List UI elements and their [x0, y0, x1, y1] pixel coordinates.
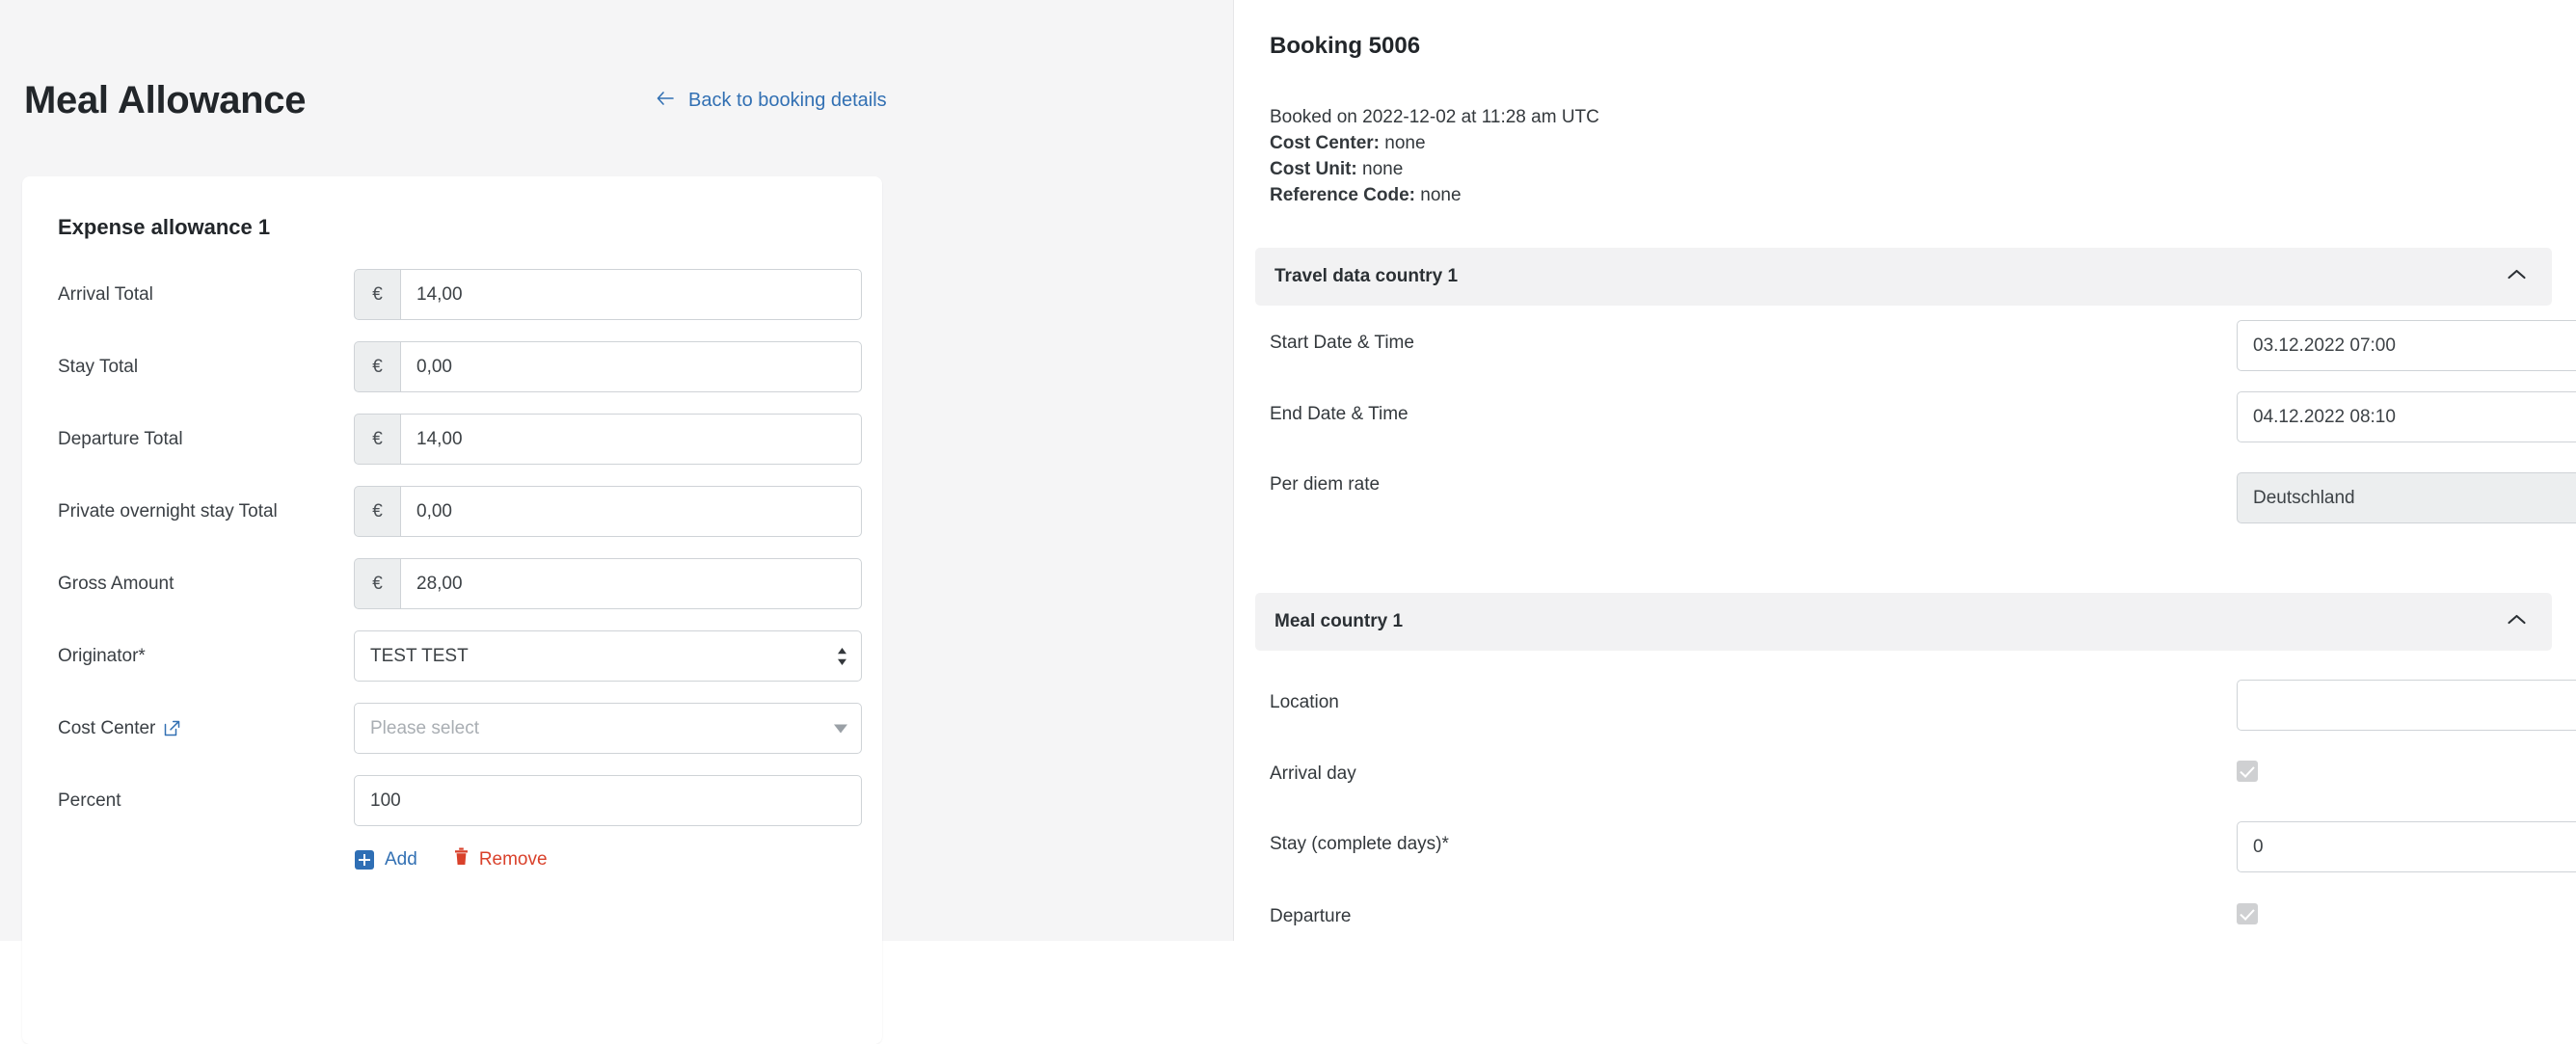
chevron-up-icon — [2507, 613, 2527, 630]
label-departure-total: Departure Total — [58, 428, 183, 449]
location-input[interactable] — [2237, 680, 2576, 731]
field-originator: TEST TEST — [354, 630, 862, 682]
currency-addon: € — [354, 269, 400, 320]
expense-allowance-card: Expense allowance 1 Arrival Total € Stay… — [22, 176, 882, 1044]
remove-label: Remove — [478, 848, 548, 870]
field-end-date-time — [2237, 391, 2576, 442]
field-departure — [2237, 903, 2576, 929]
label-private-overnight-stay-total: Private overnight stay Total — [58, 500, 278, 522]
currency-addon: € — [354, 486, 400, 537]
per-diem-rate-select-wrap: Deutschland — [2237, 472, 2576, 523]
page-title: Meal Allowance — [24, 79, 307, 121]
field-arrival-day — [2237, 761, 2576, 787]
field-cost-center: Please select — [354, 703, 862, 754]
booking-cost-center-value: none — [1384, 133, 1426, 153]
label-arrival-day: Arrival day — [1270, 763, 1356, 784]
booking-reference-code-value: none — [1420, 185, 1462, 205]
plus-square-icon — [355, 849, 374, 870]
form-row-cost-center: Cost Center Please select — [22, 703, 882, 754]
form-row-arrival-total: Arrival Total € — [22, 269, 882, 320]
meal-country-section-title: Meal country 1 — [1275, 611, 1404, 631]
booking-cost-center-row: Cost Center: none — [1270, 130, 1599, 156]
currency-addon: € — [354, 558, 400, 609]
gross-amount-input[interactable] — [400, 558, 862, 609]
right-pane: Booking 5006 Booked on 2022-12-02 at 11:… — [1234, 0, 2576, 941]
app-root: Meal Allowance Back to booking details E… — [0, 0, 2576, 1044]
add-label: Add — [385, 848, 417, 870]
label-location: Location — [1270, 692, 1339, 712]
percent-input[interactable] — [354, 775, 862, 826]
booking-reference-code-label: Reference Code: — [1270, 185, 1415, 205]
label-percent: Percent — [58, 790, 121, 811]
departure-total-input[interactable] — [400, 414, 862, 465]
booking-cost-center-label: Cost Center: — [1270, 133, 1381, 153]
field-gross-amount: € — [354, 558, 862, 609]
currency-addon: € — [354, 341, 400, 392]
arrival-total-input[interactable] — [400, 269, 862, 320]
field-location — [2237, 680, 2576, 731]
label-departure: Departure — [1270, 906, 1352, 926]
arrow-left-icon — [655, 90, 675, 111]
label-end-date-time: End Date & Time — [1270, 404, 1409, 424]
booking-title: Booking 5006 — [1270, 33, 1421, 59]
field-per-diem-rate: Deutschland — [2237, 472, 2576, 523]
departure-checkbox[interactable] — [2237, 903, 2258, 924]
travel-data-section-header[interactable]: Travel data country 1 — [1255, 248, 2552, 306]
booking-cost-unit-row: Cost Unit: none — [1270, 156, 1599, 182]
currency-addon: € — [354, 414, 400, 465]
back-link-label: Back to booking details — [688, 90, 887, 111]
label-gross-amount: Gross Amount — [58, 573, 174, 594]
expense-form: Arrival Total € Stay Total € D — [22, 269, 882, 871]
field-stay-total: € — [354, 341, 862, 392]
originator-select-wrap: TEST TEST — [354, 630, 862, 682]
expense-row-actions: Add Remove — [22, 847, 882, 871]
page-header: Meal Allowance Back to booking details — [0, 0, 1234, 176]
field-stay-complete-days — [2237, 821, 2576, 872]
stay-total-input[interactable] — [400, 341, 862, 392]
meal-country-section-header[interactable]: Meal country 1 — [1255, 593, 2552, 651]
chevron-up-icon — [2507, 268, 2527, 285]
form-row-gross-amount: Gross Amount € — [22, 558, 882, 609]
external-link-icon[interactable] — [164, 720, 180, 736]
expense-card-title: Expense allowance 1 — [58, 215, 271, 239]
booked-on-text: Booked on 2022-12-02 at 11:28 am UTC — [1270, 107, 1599, 127]
private-overnight-stay-total-input[interactable] — [400, 486, 862, 537]
label-per-diem-rate: Per diem rate — [1270, 474, 1381, 495]
cost-center-select[interactable]: Please select — [354, 703, 862, 754]
field-arrival-total: € — [354, 269, 862, 320]
label-stay-total: Stay Total — [58, 356, 139, 377]
label-start-date-time: Start Date & Time — [1270, 333, 1414, 353]
field-start-date-time — [2237, 320, 2576, 371]
per-diem-rate-select[interactable]: Deutschland — [2237, 472, 2576, 523]
remove-button[interactable]: Remove — [454, 847, 548, 871]
booking-meta: Booked on 2022-12-02 at 11:28 am UTC Cos… — [1270, 104, 1599, 208]
cost-center-label-text: Cost Center — [58, 717, 156, 738]
start-date-time-input[interactable] — [2237, 320, 2576, 371]
form-row-percent: Percent — [22, 775, 882, 826]
label-cost-center: Cost Center — [58, 718, 354, 739]
travel-data-section-title: Travel data country 1 — [1275, 266, 1459, 286]
form-row-departure-total: Departure Total € — [22, 414, 882, 465]
label-arrival-total: Arrival Total — [58, 283, 153, 305]
form-row-stay-total: Stay Total € — [22, 341, 882, 392]
field-departure-total: € — [354, 414, 862, 465]
field-percent — [354, 775, 862, 826]
back-to-booking-details-link[interactable]: Back to booking details — [655, 89, 887, 112]
label-originator: Originator* — [58, 645, 146, 666]
label-stay-complete-days: Stay (complete days)* — [1270, 834, 1449, 854]
originator-select[interactable]: TEST TEST — [354, 630, 862, 682]
stay-complete-days-input[interactable] — [2237, 821, 2576, 872]
trash-icon — [454, 847, 469, 871]
form-row-originator: Originator* TEST TEST — [22, 630, 882, 682]
add-button[interactable]: Add — [355, 849, 417, 870]
form-row-private-overnight-stay-total: Private overnight stay Total € — [22, 486, 882, 537]
left-pane: Meal Allowance Back to booking details E… — [0, 0, 1234, 1044]
booking-reference-code-row: Reference Code: none — [1270, 182, 1599, 208]
end-date-time-input[interactable] — [2237, 391, 2576, 442]
booking-cost-unit-label: Cost Unit: — [1270, 159, 1357, 179]
cost-center-select-wrap: Please select — [354, 703, 862, 754]
field-private-overnight-stay-total: € — [354, 486, 862, 537]
arrival-day-checkbox[interactable] — [2237, 761, 2258, 782]
booking-cost-unit-value: none — [1362, 159, 1404, 179]
